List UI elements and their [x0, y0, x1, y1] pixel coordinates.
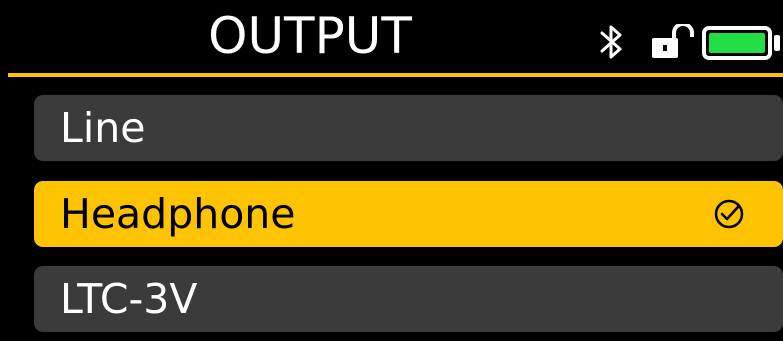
- battery-full-icon: [702, 26, 780, 60]
- unlocked-padlock-icon: [652, 24, 694, 58]
- option-label: Headphone: [60, 190, 296, 238]
- option-line[interactable]: Line: [34, 95, 783, 161]
- option-ltc-3v[interactable]: LTC-3V: [34, 266, 783, 332]
- bluetooth-icon: [600, 25, 622, 59]
- checkmark-circle-icon: [714, 199, 744, 229]
- page-title: OUTPUT: [208, 7, 412, 65]
- header-bar: OUTPUT: [0, 0, 783, 77]
- output-screen: OUTPUT Line Headphone LTC-3V: [0, 0, 783, 341]
- option-label: Line: [60, 104, 146, 152]
- option-label: LTC-3V: [60, 275, 198, 323]
- header-divider: [8, 73, 783, 77]
- option-headphone[interactable]: Headphone: [34, 181, 783, 247]
